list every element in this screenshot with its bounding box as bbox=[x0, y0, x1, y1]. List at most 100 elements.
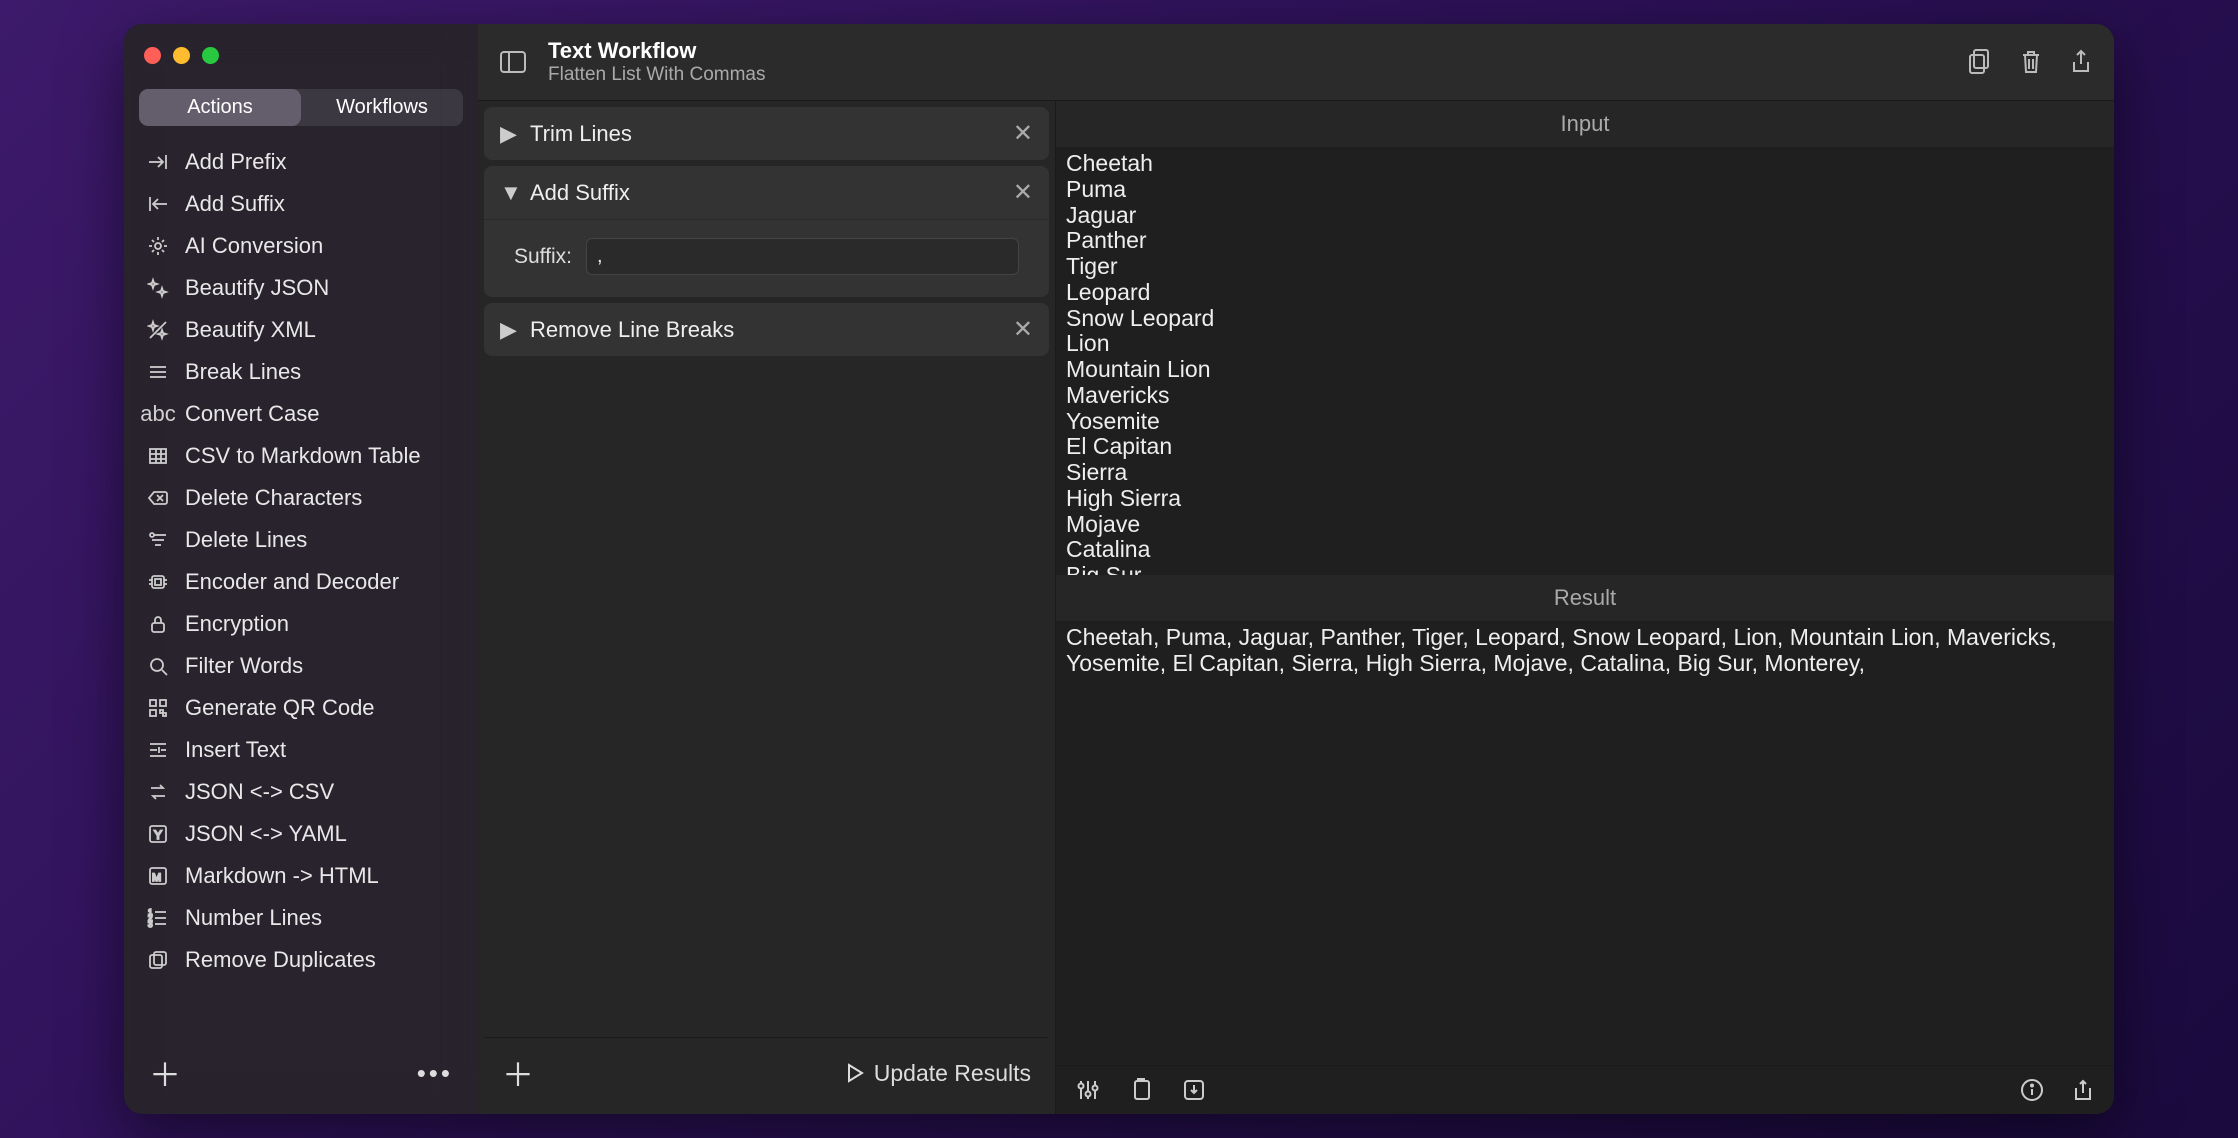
action-item-json-csv[interactable]: JSON <-> CSV bbox=[134, 771, 468, 813]
step-trim-lines: ▶ Trim Lines ✕ bbox=[484, 107, 1049, 160]
swap-icon bbox=[146, 780, 170, 804]
svg-text:Y: Y bbox=[154, 828, 162, 842]
sidebar-footer: ＋ ••• bbox=[134, 1040, 468, 1104]
action-label: Delete Characters bbox=[185, 485, 362, 511]
action-label: JSON <-> YAML bbox=[185, 821, 347, 847]
action-label: Add Suffix bbox=[185, 191, 285, 217]
action-label: Number Lines bbox=[185, 905, 322, 931]
disclosure-icon: ▶ bbox=[500, 121, 518, 147]
action-item-delete-lines[interactable]: Delete Lines bbox=[134, 519, 468, 561]
step-header[interactable]: ▶ Trim Lines ✕ bbox=[484, 107, 1049, 160]
arrow-right-bar-icon bbox=[146, 150, 170, 174]
action-item-generate-qr-code[interactable]: Generate QR Code bbox=[134, 687, 468, 729]
step-title: Trim Lines bbox=[530, 121, 632, 147]
action-item-beautify-json[interactable]: Beautify JSON bbox=[134, 267, 468, 309]
duplicate-button[interactable] bbox=[1968, 49, 1992, 75]
maximize-window-button[interactable] bbox=[202, 47, 219, 64]
action-item-markdown-html[interactable]: M Markdown -> HTML bbox=[134, 855, 468, 897]
action-item-filter-words[interactable]: Filter Words bbox=[134, 645, 468, 687]
action-label: Generate QR Code bbox=[185, 695, 375, 721]
titlebar: Text Workflow Flatten List With Commas bbox=[478, 24, 2114, 101]
copy-icon[interactable] bbox=[1130, 1078, 1152, 1102]
abc-icon: abc bbox=[146, 402, 170, 426]
delete-button[interactable] bbox=[2020, 49, 2042, 75]
qr-icon bbox=[146, 696, 170, 720]
lock-icon bbox=[146, 612, 170, 636]
workflow-steps: ▶Trim Lines✕▼Add Suffix✕Suffix:▶Remove L… bbox=[478, 101, 1056, 1114]
action-item-json-yaml[interactable]: Y JSON <-> YAML bbox=[134, 813, 468, 855]
remove-step-button[interactable]: ✕ bbox=[1013, 178, 1033, 207]
step-add-suffix: ▼Add Suffix✕ Suffix: bbox=[484, 166, 1049, 297]
action-item-add-prefix[interactable]: Add Prefix bbox=[134, 141, 468, 183]
action-item-insert-text[interactable]: Insert Text bbox=[134, 729, 468, 771]
numbered-icon: 123 bbox=[146, 906, 170, 930]
action-item-remove-duplicates[interactable]: Remove Duplicates bbox=[134, 939, 468, 981]
action-label: Markdown -> HTML bbox=[185, 863, 379, 889]
export-icon[interactable] bbox=[2072, 1078, 2094, 1102]
param-label: Suffix: bbox=[514, 245, 572, 269]
action-label: Encoder and Decoder bbox=[185, 569, 399, 595]
action-label: Delete Lines bbox=[185, 527, 307, 553]
action-item-encryption[interactable]: Encryption bbox=[134, 603, 468, 645]
action-item-add-suffix[interactable]: Add Suffix bbox=[134, 183, 468, 225]
sparkle-icon bbox=[146, 234, 170, 258]
remove-step-button[interactable]: ✕ bbox=[1013, 315, 1033, 344]
input-label: Input bbox=[1056, 101, 2114, 147]
workflow-subtitle: Flatten List With Commas bbox=[548, 64, 766, 86]
search-icon bbox=[146, 654, 170, 678]
result-textarea[interactable]: Cheetah, Puma, Jaguar, Panther, Tiger, L… bbox=[1056, 621, 2114, 1065]
step-title: Remove Line Breaks bbox=[530, 317, 734, 343]
step-header[interactable]: ▶ Remove Line Breaks ✕ bbox=[484, 303, 1049, 356]
add-action-button[interactable]: ＋ bbox=[149, 1050, 181, 1096]
disclosure-icon: ▼ bbox=[500, 180, 518, 206]
action-item-encoder-and-decoder[interactable]: Encoder and Decoder bbox=[134, 561, 468, 603]
toggle-sidebar-button[interactable] bbox=[500, 51, 526, 73]
sidebar-tabs: Actions Workflows bbox=[139, 89, 463, 126]
remove-step-button[interactable]: ✕ bbox=[1013, 119, 1033, 148]
close-window-button[interactable] bbox=[144, 47, 161, 64]
share-button[interactable] bbox=[2070, 49, 2092, 75]
action-label: Encryption bbox=[185, 611, 289, 637]
steps-footer: ＋ Update Results bbox=[484, 1037, 1049, 1108]
update-results-button[interactable]: Update Results bbox=[846, 1060, 1031, 1087]
action-label: Convert Case bbox=[185, 401, 320, 427]
workflow-title: Text Workflow bbox=[548, 38, 766, 64]
disclosure-icon: ▶ bbox=[500, 317, 518, 343]
step-header[interactable]: ▼Add Suffix✕ bbox=[484, 166, 1049, 219]
window-controls bbox=[134, 42, 468, 89]
action-item-break-lines[interactable]: Break Lines bbox=[134, 351, 468, 393]
settings-icon[interactable] bbox=[1076, 1078, 1100, 1102]
action-item-convert-case[interactable]: abc Convert Case bbox=[134, 393, 468, 435]
tab-workflows[interactable]: Workflows bbox=[301, 89, 463, 126]
tab-actions[interactable]: Actions bbox=[139, 89, 301, 126]
content: ▶Trim Lines✕▼Add Suffix✕Suffix:▶Remove L… bbox=[478, 101, 2114, 1114]
sidebar: Actions Workflows Add Prefix Add Suffix AI… bbox=[124, 24, 478, 1114]
suffix-input[interactable] bbox=[586, 238, 1019, 275]
more-menu-button[interactable]: ••• bbox=[417, 1058, 453, 1089]
action-label: Filter Words bbox=[185, 653, 303, 679]
import-icon[interactable] bbox=[1182, 1078, 1206, 1102]
svg-text:M: M bbox=[152, 872, 161, 884]
add-step-button[interactable]: ＋ bbox=[502, 1050, 534, 1096]
action-label: Insert Text bbox=[185, 737, 286, 763]
arrow-left-bar-icon bbox=[146, 192, 170, 216]
action-item-delete-characters[interactable]: Delete Characters bbox=[134, 477, 468, 519]
action-item-ai-conversion[interactable]: AI Conversion bbox=[134, 225, 468, 267]
app-window: Actions Workflows Add Prefix Add Suffix AI… bbox=[124, 24, 2114, 1114]
lines-icon bbox=[146, 360, 170, 384]
chip-icon bbox=[146, 570, 170, 594]
result-label: Result bbox=[1056, 575, 2114, 621]
action-item-beautify-xml[interactable]: Beautify XML bbox=[134, 309, 468, 351]
action-item-csv-to-markdown-table[interactable]: CSV to Markdown Table bbox=[134, 435, 468, 477]
info-icon[interactable] bbox=[2020, 1078, 2044, 1102]
m-box-icon: M bbox=[146, 864, 170, 888]
action-label: AI Conversion bbox=[185, 233, 323, 259]
io-panel: Input Cheetah Puma Jaguar Panther Tiger … bbox=[1056, 101, 2114, 1114]
minimize-window-button[interactable] bbox=[173, 47, 190, 64]
input-textarea[interactable]: Cheetah Puma Jaguar Panther Tiger Leopar… bbox=[1056, 147, 2114, 575]
action-label: CSV to Markdown Table bbox=[185, 443, 421, 469]
insert-icon bbox=[146, 738, 170, 762]
action-item-number-lines[interactable]: 123 Number Lines bbox=[134, 897, 468, 939]
action-label: Beautify JSON bbox=[185, 275, 329, 301]
duplicate-icon bbox=[146, 948, 170, 972]
